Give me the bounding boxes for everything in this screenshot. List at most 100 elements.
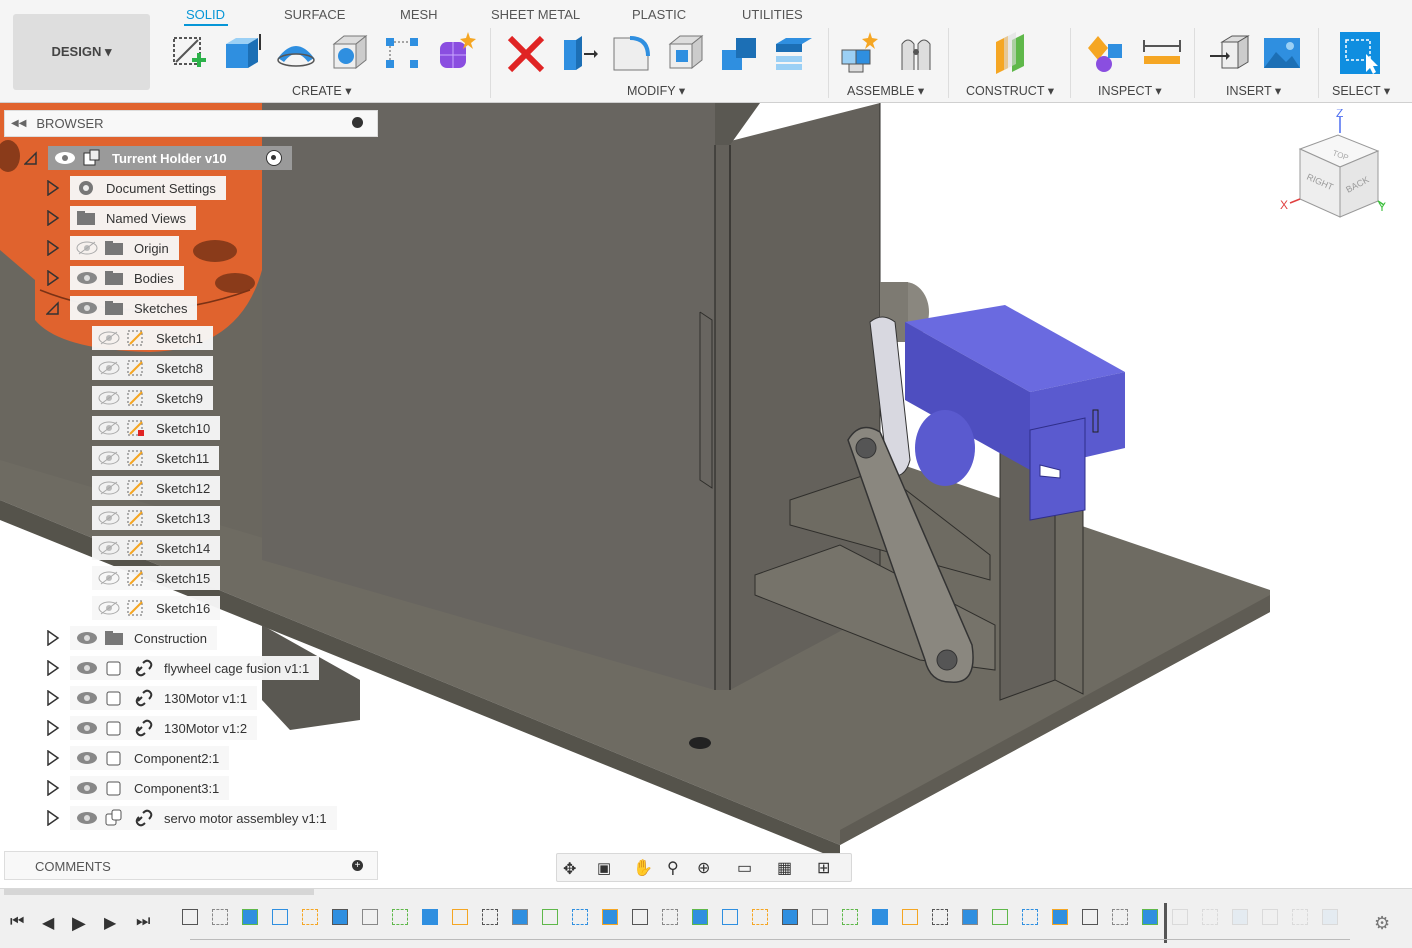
zoom-icon[interactable]: ⚲	[667, 858, 679, 878]
browser-node-component2-1[interactable]: Component2:1	[70, 746, 230, 770]
display-component-colors-icon[interactable]	[1084, 30, 1128, 76]
construct-menu[interactable]: CONSTRUCT ▾	[966, 83, 1054, 98]
fit-icon[interactable]: ⊕	[697, 858, 710, 878]
expand-arrow-icon[interactable]	[46, 179, 60, 197]
workspace-switcher[interactable]: DESIGN ▾	[13, 14, 150, 90]
timeline-feature-icon[interactable]	[212, 909, 228, 925]
hidden-eye-icon[interactable]	[98, 331, 120, 345]
tab-mesh[interactable]: MESH	[400, 7, 438, 22]
hidden-eye-icon[interactable]	[98, 541, 120, 555]
offset-plane-icon[interactable]	[990, 30, 1034, 76]
visibility-eye-icon[interactable]	[76, 811, 98, 825]
step-back-icon[interactable]: ◀	[42, 913, 54, 933]
timeline-feature-icon[interactable]	[992, 909, 1008, 925]
shell-icon[interactable]	[664, 30, 708, 76]
timeline-feature-icon[interactable]	[932, 909, 948, 925]
browser-pin-icon[interactable]	[352, 117, 363, 128]
timeline-feature-icon[interactable]	[572, 909, 588, 925]
select-menu[interactable]: SELECT ▾	[1332, 83, 1390, 98]
browser-node-servo-motor-assembley-v1-1[interactable]: servo motor assembley v1:1	[70, 806, 337, 830]
timeline-marker[interactable]	[1164, 903, 1167, 943]
press-pull-icon[interactable]	[556, 30, 600, 76]
timeline-feature-icon[interactable]	[842, 909, 858, 925]
timeline-feature-icon[interactable]	[422, 909, 438, 925]
browser-sketch-sketch10[interactable]: Sketch10	[92, 416, 221, 440]
create-menu[interactable]: CREATE ▾	[292, 83, 352, 98]
go-to-end-icon[interactable]: ⏭	[136, 913, 150, 931]
visibility-eye-icon[interactable]	[76, 631, 98, 645]
timeline-feature-icon[interactable]	[722, 909, 738, 925]
timeline-feature-icon[interactable]	[962, 909, 978, 925]
comments-panel[interactable]: COMMENTS +	[4, 851, 378, 880]
tab-surface[interactable]: SURFACE	[284, 7, 345, 22]
hidden-eye-icon[interactable]	[98, 511, 120, 525]
timeline-feature-icon[interactable]	[452, 909, 468, 925]
look-at-icon[interactable]: ▣	[597, 859, 611, 877]
offset-face-icon[interactable]	[772, 30, 816, 76]
browser-node-flywheel-cage-fusion-v1-1[interactable]: flywheel cage fusion v1:1	[70, 656, 320, 680]
collapse-browser-icon[interactable]: ◀◀	[11, 118, 26, 129]
expand-arrow-icon[interactable]	[46, 659, 60, 677]
orbit-icon[interactable]: ✥	[563, 859, 576, 879]
timeline-feature-icon[interactable]	[632, 909, 648, 925]
timeline-feature-icon[interactable]	[902, 909, 918, 925]
insert-menu[interactable]: INSERT ▾	[1226, 83, 1281, 98]
timeline-feature-icon[interactable]	[1262, 909, 1278, 925]
timeline-feature-icon[interactable]	[182, 909, 198, 925]
expand-arrow-icon[interactable]	[46, 809, 60, 827]
browser-sketch-sketch1[interactable]: Sketch1	[92, 326, 213, 350]
timeline-feature-icon[interactable]	[1322, 909, 1338, 925]
hidden-eye-icon[interactable]	[98, 361, 120, 375]
browser-sketch-sketch15[interactable]: Sketch15	[92, 566, 221, 590]
browser-node-sketches[interactable]: Sketches	[70, 296, 198, 320]
expand-arrow-icon[interactable]	[46, 689, 60, 707]
form-icon[interactable]	[434, 30, 478, 76]
browser-node-document-settings[interactable]: Document Settings	[70, 176, 226, 200]
rectangular-pattern-icon[interactable]	[380, 30, 424, 76]
hidden-eye-icon[interactable]	[76, 241, 98, 255]
expand-arrow-icon[interactable]	[46, 239, 60, 257]
timeline-feature-icon[interactable]	[752, 909, 768, 925]
browser-sketch-sketch11[interactable]: Sketch11	[92, 446, 220, 470]
visibility-eye-icon[interactable]	[76, 781, 98, 795]
timeline-feature-icon[interactable]	[602, 909, 618, 925]
extrude-icon[interactable]	[220, 30, 264, 76]
hidden-eye-icon[interactable]	[98, 601, 120, 615]
go-to-start-icon[interactable]: ⏮	[10, 913, 24, 931]
browser-node-130motor-v1-1[interactable]: 130Motor v1:1	[70, 686, 258, 710]
timeline-feature-icon[interactable]	[332, 909, 348, 925]
visibility-eye-icon[interactable]	[76, 691, 98, 705]
browser-node-component3-1[interactable]: Component3:1	[70, 776, 230, 800]
hole-icon[interactable]	[328, 30, 372, 76]
tab-solid[interactable]: SOLID	[186, 7, 225, 22]
timeline-feature-icon[interactable]	[1202, 909, 1218, 925]
insert-derive-icon[interactable]	[1208, 30, 1252, 76]
timeline-feature-icon[interactable]	[782, 909, 798, 925]
browser-sketch-sketch13[interactable]: Sketch13	[92, 506, 221, 530]
insert-canvas-icon[interactable]	[1260, 30, 1304, 76]
browser-sketch-sketch9[interactable]: Sketch9	[92, 386, 213, 410]
hidden-eye-icon[interactable]	[98, 571, 120, 585]
timeline-feature-icon[interactable]	[662, 909, 678, 925]
tab-plastic[interactable]: PLASTIC	[632, 7, 686, 22]
timeline-feature-icon[interactable]	[872, 909, 888, 925]
timeline-feature-icon[interactable]	[392, 909, 408, 925]
fillet-icon[interactable]	[610, 30, 654, 76]
browser-node-construction[interactable]: Construction	[70, 626, 217, 650]
timeline-feature-icon[interactable]	[512, 909, 528, 925]
hidden-eye-icon[interactable]	[98, 391, 120, 405]
browser-sketch-sketch14[interactable]: Sketch14	[92, 536, 221, 560]
hidden-eye-icon[interactable]	[98, 421, 120, 435]
tab-sheet-metal[interactable]: SHEET METAL	[491, 7, 580, 22]
new-component-icon[interactable]	[838, 30, 882, 76]
step-forward-icon[interactable]: ▶	[104, 913, 116, 933]
timeline-feature-icon[interactable]	[1052, 909, 1068, 925]
display-settings-icon[interactable]: ▭	[737, 858, 752, 878]
timeline-feature-icon[interactable]	[302, 909, 318, 925]
browser-panel-header[interactable]: ◀◀ BROWSER	[4, 110, 378, 137]
joint-icon[interactable]	[894, 30, 938, 76]
tab-utilities[interactable]: UTILITIES	[742, 7, 803, 22]
measure-icon[interactable]	[1140, 30, 1184, 76]
timeline-settings-gear-icon[interactable]: ⚙	[1374, 913, 1390, 934]
combine-icon[interactable]	[718, 30, 762, 76]
